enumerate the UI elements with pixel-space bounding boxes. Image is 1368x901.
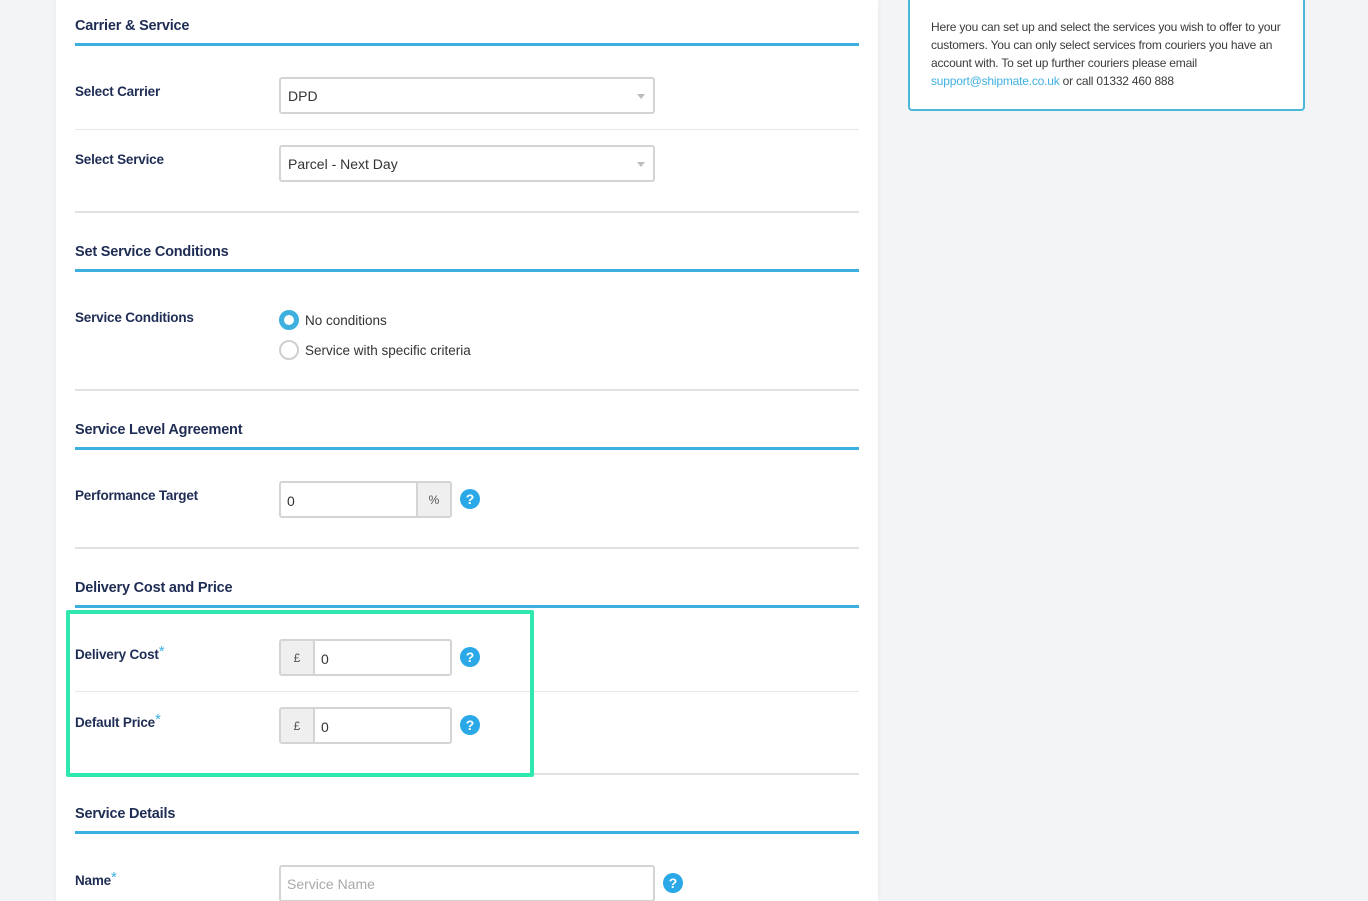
delivery-cost-label-text: Delivery Cost (75, 647, 159, 662)
section-title-service-conditions: Set Service Conditions (75, 244, 229, 260)
performance-target-input[interactable]: 0 (281, 483, 416, 516)
required-asterisk: * (154, 711, 161, 728)
delivery-cost-label: Delivery Cost* (75, 643, 165, 663)
info-text: Here you can set up and select the servi… (931, 20, 1281, 70)
delivery-cost-input[interactable]: 0 (315, 641, 450, 674)
section-divider (75, 211, 859, 213)
section-divider (75, 389, 859, 391)
section-rule (75, 605, 859, 608)
select-service-label: Select Service (75, 152, 164, 167)
name-label-text: Name (75, 873, 111, 888)
section-title-sla: Service Level Agreement (75, 422, 243, 438)
service-conditions-label: Service Conditions (75, 310, 194, 325)
support-email-link[interactable]: support@shipmate.co.uk (931, 74, 1060, 88)
section-title-service-details: Service Details (75, 806, 176, 822)
row-divider (75, 691, 859, 692)
service-name-input[interactable]: Service Name (279, 865, 655, 901)
name-label: Name* (75, 869, 117, 889)
performance-target-label: Performance Target (75, 488, 198, 503)
radio-unchecked-icon[interactable] (279, 340, 299, 360)
service-form-panel: Carrier & Service Select Carrier DPD Sel… (56, 0, 878, 901)
section-rule (75, 447, 859, 450)
default-price-label: Default Price* (75, 711, 161, 731)
required-asterisk: * (158, 643, 165, 660)
carrier-select-value: DPD (288, 88, 318, 104)
required-asterisk: * (110, 869, 117, 886)
section-rule (75, 831, 859, 834)
currency-addon: £ (281, 641, 315, 674)
radio-specific-criteria[interactable]: Service with specific criteria (279, 340, 471, 360)
percent-addon: % (416, 483, 450, 516)
section-rule (75, 269, 859, 272)
radio-no-conditions[interactable]: No conditions (279, 310, 387, 330)
performance-target-group: 0 % (279, 481, 452, 518)
help-icon[interactable]: ? (460, 489, 480, 509)
delivery-cost-group: £ 0 (279, 639, 452, 676)
currency-addon: £ (281, 709, 315, 742)
section-rule (75, 43, 859, 46)
info-box: Here you can set up and select the servi… (908, 0, 1305, 111)
help-icon[interactable]: ? (460, 715, 480, 735)
chevron-down-icon (637, 162, 645, 167)
carrier-select[interactable]: DPD (279, 77, 655, 114)
default-price-input[interactable]: 0 (315, 709, 450, 742)
info-text-phone: or call 01332 460 888 (1059, 74, 1174, 88)
section-title-cost-price: Delivery Cost and Price (75, 580, 233, 596)
help-icon[interactable]: ? (460, 647, 480, 667)
row-divider (75, 129, 859, 130)
select-carrier-label: Select Carrier (75, 84, 161, 99)
help-icon[interactable]: ? (663, 873, 683, 893)
section-divider (75, 547, 859, 549)
radio-label: No conditions (305, 312, 387, 328)
default-price-group: £ 0 (279, 707, 452, 744)
chevron-down-icon (637, 94, 645, 99)
section-title-carrier-service: Carrier & Service (75, 18, 190, 34)
section-divider (75, 773, 859, 775)
radio-label: Service with specific criteria (305, 342, 471, 358)
default-price-label-text: Default Price (75, 715, 155, 730)
service-select[interactable]: Parcel - Next Day (279, 145, 655, 182)
service-select-value: Parcel - Next Day (288, 156, 398, 172)
radio-checked-icon[interactable] (279, 310, 299, 330)
